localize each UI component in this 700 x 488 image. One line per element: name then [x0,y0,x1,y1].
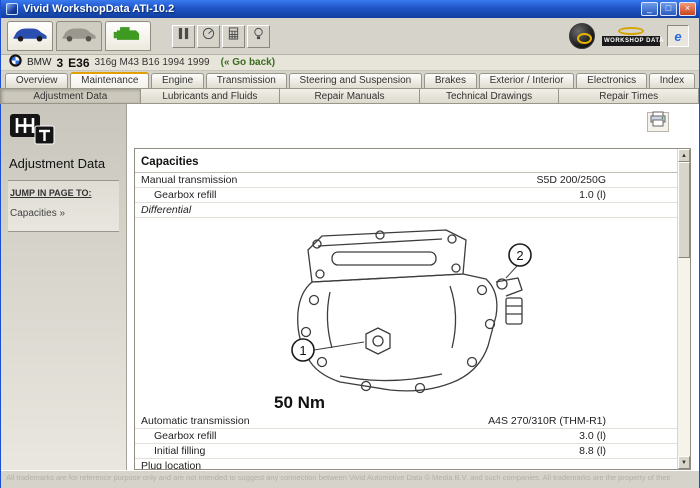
vehicle-bar: BMW 3 E36 316g M43 B16 1994 1999 (« Go b… [1,55,699,71]
tab-steering-and-suspension[interactable]: Steering and Suspension [289,73,422,88]
row-label: Differential [141,204,191,216]
secondary-tabs: Adjustment Data Lubricants and Fluids Re… [1,88,699,104]
calculator-icon [227,27,240,45]
help-tool-button[interactable] [247,25,270,48]
pillar-icon [177,27,190,45]
content-area: Capacities Manual transmission S5D 200/2… [127,104,699,470]
row-label: Gearbox refill [141,189,216,201]
differential-diagram: 1 2 50 Nm [270,222,677,412]
row-label: Initial filling [141,445,205,457]
toolbar: WORKSHOP DATA e [1,18,699,55]
row-label: Plug location [141,460,201,469]
diagnostics-tool-button[interactable] [197,25,220,48]
workshopdata-logo-text: WORKSHOP DATA [602,36,660,46]
callout-2-number: 2 [516,248,523,263]
row-value: 8.8 (l) [579,445,606,457]
scrollbar-thumb[interactable] [678,162,690,258]
lift-tool-button[interactable] [172,25,195,48]
tab-index[interactable]: Index [649,73,695,88]
vehicle-make: BMW [27,57,51,68]
tab-brakes[interactable]: Brakes [424,73,477,88]
table-row: Plug location [135,459,677,469]
scrollbar-track[interactable] [678,162,690,456]
row-value: A4S 270/310R (THM-R1) [488,415,606,427]
app-window: Vivid WorkshopData ATI-10.2 _ □ × [0,0,700,488]
gray-car-icon [60,25,98,48]
primary-tabs: Overview Maintenance Engine Transmission… [1,71,699,88]
jump-link-capacities[interactable]: Capacities » [10,208,117,219]
data-scrollbox: Capacities Manual transmission S5D 200/2… [134,148,691,470]
module-selection-button[interactable] [105,21,151,51]
capacities-table: Capacities Manual transmission S5D 200/2… [135,149,677,469]
vertical-scrollbar[interactable]: ▲ ▼ [677,149,690,469]
table-row: Gearbox refill 1.0 (l) [135,188,677,203]
callout-1-number: 1 [299,343,306,358]
calculator-tool-button[interactable] [222,25,245,48]
row-value: S5D 200/250G [537,174,606,186]
tab-lubricants-and-fluids[interactable]: Lubricants and Fluids [140,88,281,104]
go-back-link[interactable]: (« Go back) [221,57,275,68]
minimize-button[interactable]: _ [641,2,658,16]
vehicle-chassis: E36 [68,56,89,70]
row-value: 1.0 (l) [579,189,606,201]
green-engine-icon [112,24,144,48]
workshopdata-logo: WORKSHOP DATA [602,27,660,46]
tab-technical-drawings[interactable]: Technical Drawings [419,88,560,104]
table-row: Gearbox refill 3.0 (l) [135,429,677,444]
tab-transmission[interactable]: Transmission [206,73,287,88]
tool-button-group [172,25,272,48]
main-body: Adjustment Data JUMP IN PAGE TO: Capacit… [1,104,699,470]
tab-overview[interactable]: Overview [5,73,68,88]
window-title: Vivid WorkshopData ATI-10.2 [23,3,639,15]
row-label: Automatic transmission [141,415,250,427]
footer-disclaimer: All trademarks are for reference purpose… [1,470,699,488]
gauge-icon [202,27,215,45]
scroll-up-button[interactable]: ▲ [678,149,690,162]
maximize-button[interactable]: □ [660,2,677,16]
row-label: Manual transmission [141,174,237,186]
car-selection-button[interactable] [7,21,53,51]
scroll-down-button[interactable]: ▼ [678,456,690,469]
tab-adjustment-data[interactable]: Adjustment Data [0,88,141,104]
bmw-logo-icon [9,54,22,72]
vivid-logo-icon [569,23,595,49]
app-icon [6,3,18,15]
print-button[interactable] [647,112,669,132]
sidebar: Adjustment Data JUMP IN PAGE TO: Capacit… [1,104,127,470]
internet-button[interactable]: e [667,25,689,47]
table-row: Automatic transmission A4S 270/310R (THM… [135,414,677,429]
titlebar: Vivid WorkshopData ATI-10.2 _ □ × [1,0,699,18]
tab-repair-manuals[interactable]: Repair Manuals [279,88,420,104]
adjustment-data-icon [9,113,119,151]
jump-panel: JUMP IN PAGE TO: Capacities » [8,180,119,232]
vehicle-model: 3 [56,56,63,70]
table-row: Initial filling 8.8 (l) [135,444,677,459]
tab-electronics[interactable]: Electronics [576,73,647,88]
second-car-button[interactable] [56,21,102,51]
close-button[interactable]: × [679,2,696,16]
bulb-icon [252,27,265,45]
sidebar-title: Adjustment Data [9,156,119,171]
section-title: Capacities [135,149,677,173]
workshopdata-oval-icon [618,27,644,35]
jump-in-page-label: JUMP IN PAGE TO: [10,188,117,198]
blue-car-icon [11,25,49,48]
vehicle-engine-years: 316g M43 B16 1994 1999 [95,57,210,68]
torque-label: 50 Nm [274,393,325,412]
row-value: 3.0 (l) [579,430,606,442]
table-row: Manual transmission S5D 200/250G [135,173,677,188]
table-row: Differential [135,203,677,218]
printer-icon [649,111,667,133]
tab-exterior-interior[interactable]: Exterior / Interior [479,73,575,88]
toolbar-brand-area: WORKSHOP DATA e [569,23,693,49]
internet-e-icon: e [674,29,681,44]
tab-maintenance[interactable]: Maintenance [70,72,149,88]
tab-repair-times[interactable]: Repair Times [558,88,699,104]
tab-engine[interactable]: Engine [151,73,204,88]
row-label: Gearbox refill [141,430,216,442]
